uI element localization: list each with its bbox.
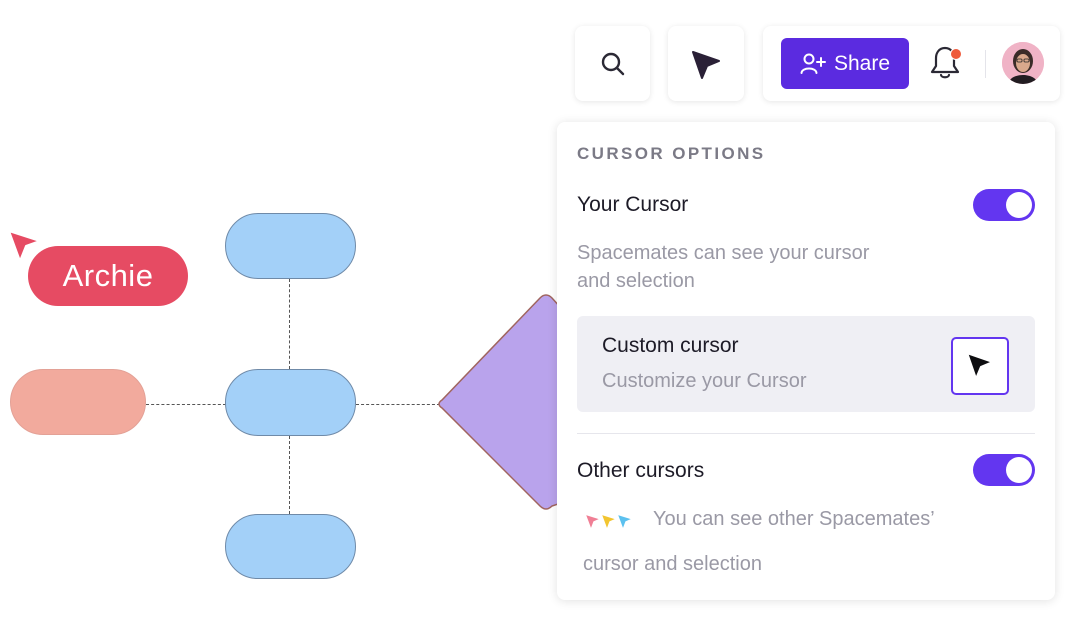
cursor-options-panel: CURSOR OPTIONS Your Cursor Spacemates ca…	[557, 122, 1055, 600]
section-divider	[577, 433, 1035, 434]
diagram-node-top[interactable]	[225, 213, 356, 279]
other-cursors-toggle[interactable]	[973, 454, 1035, 486]
other-cursors-description-line2: cursor and selection	[583, 553, 762, 575]
avatar[interactable]	[1002, 42, 1044, 84]
panel-title: CURSOR OPTIONS	[577, 144, 766, 163]
notification-badge	[950, 48, 962, 60]
share-button[interactable]: Share	[781, 38, 909, 89]
connector-line	[289, 279, 290, 369]
add-user-icon	[800, 53, 826, 74]
diagram-node-left[interactable]	[10, 369, 146, 435]
multi-cursor-icon	[584, 513, 634, 531]
collaborator-name-tag: Archie	[28, 246, 188, 306]
your-cursor-label: Your Cursor	[577, 193, 689, 216]
connector-line	[146, 404, 226, 405]
search-button[interactable]	[575, 26, 650, 101]
your-cursor-description-line1: Spacemates can see your cursor	[577, 242, 870, 264]
other-cursors-label: Other cursors	[577, 459, 705, 482]
other-cursors-description-line1: You can see other Spacemates’	[653, 508, 935, 530]
custom-cursor-label: Custom cursor	[602, 334, 739, 357]
toggle-knob	[1006, 192, 1032, 218]
diagram-diamond[interactable]	[430, 290, 570, 520]
your-cursor-description-line2: and selection	[577, 270, 695, 292]
search-icon	[601, 52, 624, 75]
share-button-label: Share	[833, 51, 891, 75]
cursor-preview-button[interactable]	[951, 337, 1009, 395]
cursor-arrow-icon	[965, 351, 995, 381]
pointer-icon	[692, 50, 720, 79]
custom-cursor-option[interactable]: Custom cursor Customize your Cursor	[577, 316, 1035, 412]
toolbar-divider	[985, 50, 986, 78]
diagram-node-bottom[interactable]	[225, 514, 356, 579]
cursor-options-button[interactable]	[668, 26, 744, 101]
diagram-node-center[interactable]	[225, 369, 356, 436]
your-cursor-description: Spacemates can see your cursor and selec…	[577, 239, 869, 295]
toggle-knob	[1006, 457, 1032, 483]
custom-cursor-description: Customize your Cursor	[602, 370, 807, 392]
connector-line	[289, 436, 290, 514]
your-cursor-toggle[interactable]	[973, 189, 1035, 221]
connector-line	[356, 404, 440, 405]
